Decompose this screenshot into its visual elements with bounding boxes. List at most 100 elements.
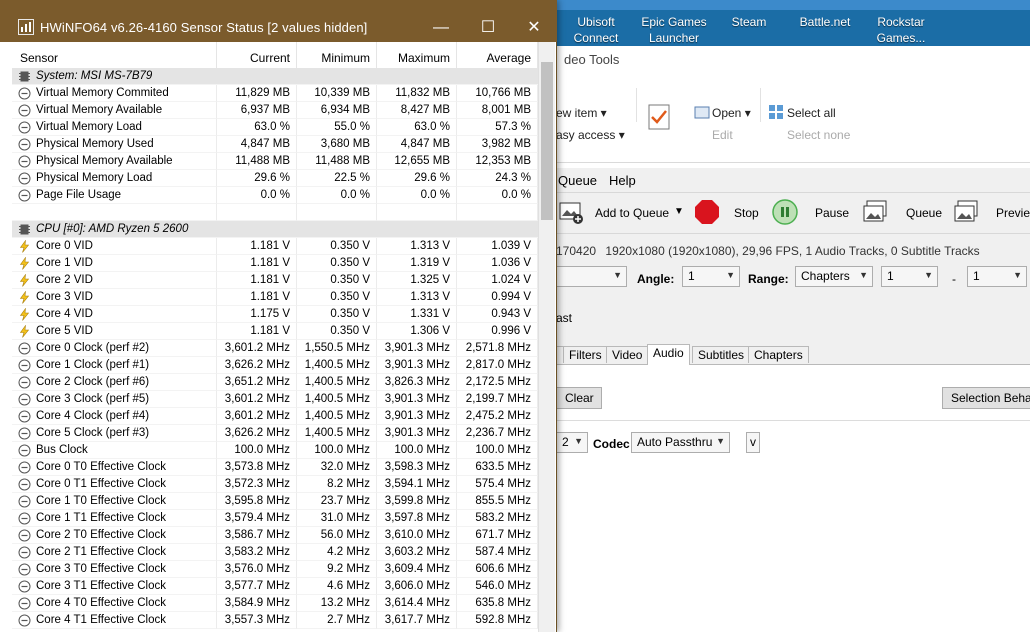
ribbon-separator	[760, 88, 761, 122]
sensor-name: Core 1 T1 Effective Clock	[36, 512, 166, 524]
desktop-icon-epic-games[interactable]: Epic Games Launcher	[634, 14, 714, 46]
sensor-row[interactable]: Core 2 T0 Effective Clock 3,586.7 MHz 56.0…	[12, 527, 538, 544]
pause-button[interactable]: Pause	[815, 206, 849, 220]
column-average[interactable]: Average	[457, 42, 538, 68]
edit-button[interactable]: Edit	[712, 128, 733, 142]
hwinfo-title-bar[interactable]: HWiNFO64 v6.26-4160 Sensor Status [2 val…	[0, 0, 557, 42]
range-type-dropdown[interactable]: Chapters ▼	[795, 266, 873, 287]
tab-video[interactable]: Video	[606, 346, 649, 363]
sensor-row[interactable]: Core 2 VID 1.181 V 0.350 V 1.325 V 1.024 V	[12, 272, 538, 289]
maximize-icon[interactable]: ☐	[465, 14, 511, 42]
sensor-row[interactable]: Page File Usage 0.0 % 0.0 % 0.0 % 0.0 %	[12, 187, 538, 204]
sensor-row[interactable]: Core 0 T0 Effective Clock 3,573.8 MHz 32.0…	[12, 459, 538, 476]
desktop-icon-rockstar[interactable]: Rockstar Games...	[861, 14, 941, 46]
codec-dropdown[interactable]: Auto Passthru ▼	[631, 432, 730, 453]
sensor-row[interactable]: Core 3 T0 Effective Clock 3,576.0 MHz 9.2 …	[12, 561, 538, 578]
tab-filters[interactable]: Filters	[563, 346, 608, 363]
sensor-row[interactable]: Physical Memory Load 29.6 % 22.5 % 29.6 % 24…	[12, 170, 538, 187]
sensor-row[interactable]: Core 3 Clock (perf #5) 3,601.2 MHz 1,400.5…	[12, 391, 538, 408]
sensor-row[interactable]: Core 0 T1 Effective Clock 3,572.3 MHz 8.2 …	[12, 476, 538, 493]
sensor-row[interactable]: Core 1 Clock (perf #1) 3,626.2 MHz 1,400.5…	[12, 357, 538, 374]
close-icon[interactable]: ✕	[511, 14, 557, 42]
preview-button[interactable]: Previe	[996, 206, 1030, 220]
title-dropdown[interactable]: ▼	[546, 266, 627, 287]
sensor-row[interactable]: Virtual Memory Load 63.0 % 55.0 % 63.0 % 57.…	[12, 119, 538, 136]
menu-queue[interactable]: Queue	[558, 173, 597, 188]
sensor-row[interactable]: Core 4 VID 1.175 V 0.350 V 1.331 V 0.943 V	[12, 306, 538, 323]
maximum-value: 3,609.4 MHz	[377, 561, 457, 578]
sensor-row[interactable]: Core 4 T1 Effective Clock 3,557.3 MHz 2.7 …	[12, 612, 538, 629]
sensor-row[interactable]: Core 5 Clock (perf #3) 3,626.2 MHz 1,400.5…	[12, 425, 538, 442]
sensor-row[interactable]: Core 0 Clock (perf #2) 3,601.2 MHz 1,550.5…	[12, 340, 538, 357]
preview-icon[interactable]	[953, 199, 979, 225]
sensor-row[interactable]: Physical Memory Used 4,847 MB 3,680 MB 4,84…	[12, 136, 538, 153]
easy-access-button[interactable]: asy access ▾	[556, 128, 625, 142]
sensor-row[interactable]: Virtual Memory Available 6,937 MB 6,934 MB…	[12, 102, 538, 119]
column-minimum[interactable]: Minimum	[297, 42, 377, 68]
properties-icon[interactable]	[648, 104, 670, 130]
sensor-row[interactable]: Bus Clock 100.0 MHz 100.0 MHz 100.0 MHz 100.…	[12, 442, 538, 459]
explorer-ribbon-tab[interactable]: deo Tools	[564, 52, 619, 67]
selection-behavior-button[interactable]: Selection Behav	[942, 387, 1030, 409]
sensor-row[interactable]: Core 4 Clock (perf #4) 3,601.2 MHz 1,400.5…	[12, 408, 538, 425]
average-value: 0.994 V	[457, 289, 538, 306]
current-value: 1.181 V	[217, 255, 297, 272]
new-item-button[interactable]: ew item ▾	[556, 106, 607, 120]
sensor-row[interactable]: Core 0 VID 1.181 V 0.350 V 1.313 V 1.039 V	[12, 238, 538, 255]
desktop-icon-steam[interactable]: Steam	[709, 14, 789, 30]
maximum-value: 3,598.3 MHz	[377, 459, 457, 476]
tab-chapters[interactable]: Chapters	[748, 346, 809, 363]
audio-tab-panel: Clear Selection Behav 2 ▼ Codec Auto Pass…	[546, 365, 1030, 632]
sensor-row[interactable]: Core 3 T1 Effective Clock 3,577.7 MHz 4.6 …	[12, 578, 538, 595]
sensor-row[interactable]: Core 1 VID 1.181 V 0.350 V 1.319 V 1.036 V	[12, 255, 538, 272]
desktop-icon-battlenet[interactable]: Battle.net	[785, 14, 865, 30]
sensor-row[interactable]: Core 2 Clock (perf #6) 3,651.2 MHz 1,400.5…	[12, 374, 538, 391]
select-none-button[interactable]: Select none	[787, 128, 850, 142]
range-end-dropdown[interactable]: 1 ▼	[967, 266, 1027, 287]
open-button[interactable]: Open ▾	[712, 106, 751, 120]
empty-cell	[377, 204, 457, 221]
menu-help[interactable]: Help	[609, 173, 636, 188]
column-current[interactable]: Current	[217, 42, 297, 68]
column-maximum[interactable]: Maximum	[377, 42, 457, 68]
select-all-button[interactable]: Select all	[787, 106, 836, 120]
sensor-row[interactable]: Core 3 VID 1.181 V 0.350 V 1.313 V 0.994 V	[12, 289, 538, 306]
current-value: 3,584.9 MHz	[217, 595, 297, 612]
sensor-name: Bus Clock	[36, 444, 88, 456]
sensor-group-row[interactable]: System: MSI MS-7B79	[12, 68, 538, 85]
sensor-row[interactable]: Core 5 VID 1.181 V 0.350 V 1.306 V 0.996 V	[12, 323, 538, 340]
chevron-down-icon[interactable]: ▼	[674, 206, 684, 217]
vertical-scrollbar[interactable]	[538, 42, 555, 632]
range-start-dropdown[interactable]: 1 ▼	[881, 266, 938, 287]
queue-icon[interactable]	[862, 199, 888, 225]
minimize-icon[interactable]: —	[418, 14, 464, 42]
sensor-row[interactable]: Virtual Memory Commited 11,829 MB 10,339 M…	[12, 85, 538, 102]
ribbon-separator	[636, 88, 637, 122]
maximum-value: 3,901.3 MHz	[377, 357, 457, 374]
stop-button[interactable]: Stop	[734, 206, 759, 220]
range-separator: -	[952, 272, 956, 286]
angle-dropdown[interactable]: 1 ▼	[682, 266, 740, 287]
sensor-row[interactable]: Physical Memory Available 11,488 MB 11,488…	[12, 153, 538, 170]
scrollbar-thumb[interactable]	[541, 62, 553, 220]
minimum-value: 56.0 MHz	[297, 527, 377, 544]
sensor-group-row[interactable]: CPU [#0]: AMD Ryzen 5 2600	[12, 221, 538, 238]
chevron-down-icon: ▼	[574, 436, 583, 446]
chip-icon	[18, 223, 31, 236]
sensor-row[interactable]: Core 1 T0 Effective Clock 3,595.8 MHz 23.7…	[12, 493, 538, 510]
tab-subtitles[interactable]: Subtitles	[692, 346, 751, 363]
add-to-queue-button[interactable]: Add to Queue	[595, 206, 669, 220]
desktop-icon-ubisoft[interactable]: Ubisoft Connect	[556, 14, 636, 46]
add-to-queue-icon[interactable]	[558, 199, 584, 225]
queue-button[interactable]: Queue	[906, 206, 942, 220]
pause-icon[interactable]	[772, 199, 798, 225]
bitrate-dropdown[interactable]: v	[746, 432, 760, 453]
gauge-icon	[18, 121, 31, 134]
sensor-row[interactable]: Core 2 T1 Effective Clock 3,583.2 MHz 4.2 …	[12, 544, 538, 561]
stop-icon[interactable]	[694, 199, 720, 225]
chevron-down-icon: ▼	[1013, 270, 1022, 280]
sensor-row[interactable]: Core 1 T1 Effective Clock 3,579.4 MHz 31.0…	[12, 510, 538, 527]
tab-audio[interactable]: Audio	[647, 344, 690, 365]
sensor-row[interactable]: Core 4 T0 Effective Clock 3,584.9 MHz 13.2…	[12, 595, 538, 612]
column-sensor[interactable]: Sensor	[12, 42, 217, 68]
